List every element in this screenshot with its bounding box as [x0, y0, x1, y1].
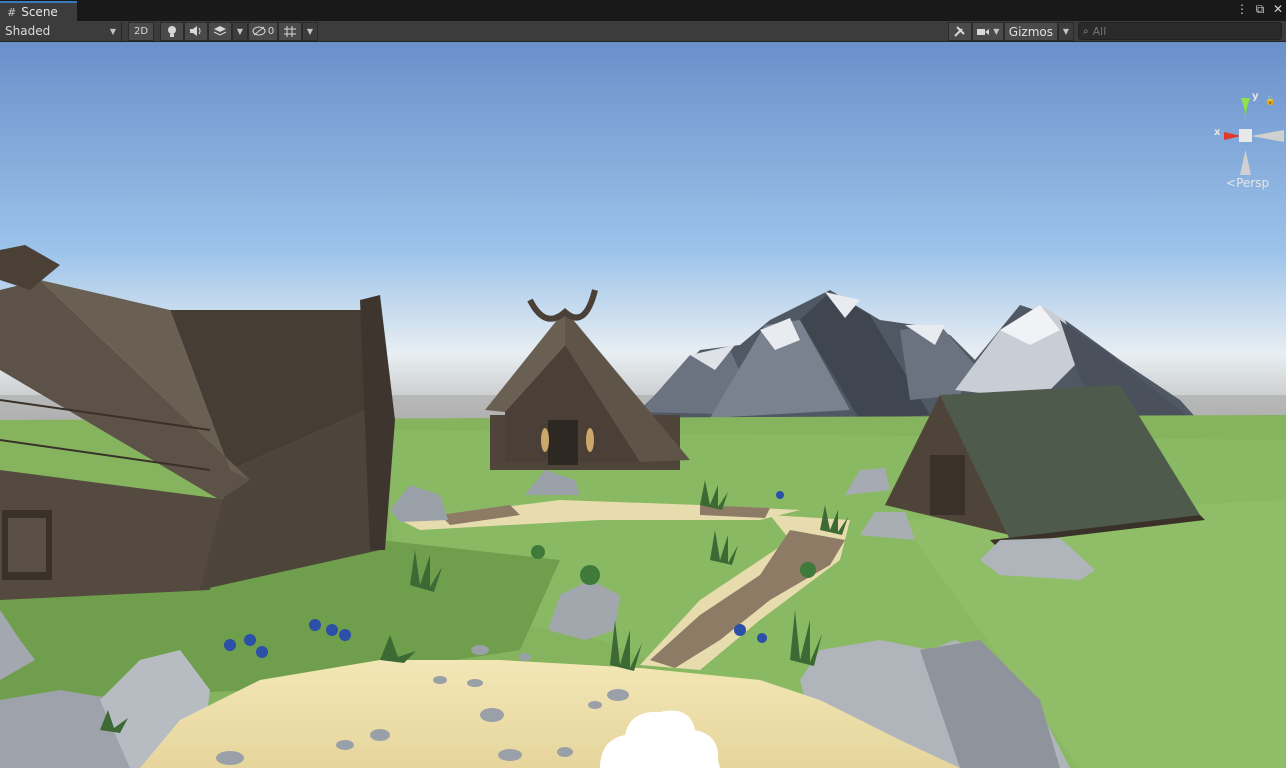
- grid-snap-icon: [284, 25, 296, 37]
- chevron-down-icon: ▼: [993, 27, 1000, 36]
- layers-icon: [213, 26, 227, 36]
- lightbulb-icon: [168, 25, 176, 37]
- chevron-down-icon: ▼: [1062, 27, 1070, 36]
- lock-icon[interactable]: 🔒: [1265, 96, 1276, 106]
- gizmos-button[interactable]: Gizmos: [1003, 22, 1058, 41]
- draw-mode-dropdown[interactable]: Shaded ▼: [0, 21, 122, 41]
- search-input[interactable]: [1092, 24, 1273, 38]
- camera-icon: [977, 28, 990, 35]
- orientation-gizmo[interactable]: x y 🔒 <Persp: [1196, 90, 1286, 200]
- hidden-objects-toggle[interactable]: 0: [248, 21, 278, 41]
- chevron-down-icon: ▼: [306, 26, 314, 36]
- window-tabbar: # Scene ⋮ ⧉ ✕: [0, 0, 1286, 21]
- scene-viewport[interactable]: x y 🔒 <Persp: [0, 42, 1286, 768]
- projection-label: Persp: [1236, 176, 1270, 190]
- window-controls: ⋮ ⧉ ✕: [1236, 2, 1284, 17]
- effects-toggle-button[interactable]: [208, 21, 232, 41]
- tab-scene-label: Scene: [21, 5, 58, 19]
- gizmos-label: Gizmos: [1008, 24, 1053, 39]
- more-options-icon[interactable]: ⋮: [1236, 2, 1248, 17]
- scene-render: [0, 42, 1286, 768]
- lighting-toggle-button[interactable]: [160, 21, 184, 41]
- maximize-icon[interactable]: ⧉: [1254, 2, 1266, 17]
- scene-search[interactable]: ⌕: [1078, 22, 1282, 40]
- tools-button[interactable]: [947, 22, 972, 41]
- x-axis-label: x: [1214, 127, 1221, 138]
- draw-mode-label: Shaded: [5, 24, 51, 38]
- eye-slash-icon: [252, 26, 266, 36]
- close-icon[interactable]: ✕: [1272, 2, 1284, 17]
- grid-toggle-button[interactable]: [278, 21, 302, 41]
- wrench-icon: [954, 26, 965, 37]
- 2d-toggle-label: 2D: [133, 25, 149, 37]
- speaker-icon: [190, 26, 201, 36]
- hidden-count: 0: [267, 25, 275, 37]
- chevron-down-icon: ▼: [236, 26, 244, 36]
- scene-toolbar: Shaded ▼ 2D ▼ 0 ▼ ▼ Gizmos ▼ ⌕ All: [0, 21, 1286, 42]
- 2d-toggle-button[interactable]: 2D: [128, 21, 154, 41]
- grid-icon: #: [7, 5, 17, 19]
- audio-toggle-button[interactable]: [184, 21, 208, 41]
- toolbar-right-group: ▼ Gizmos ▼: [947, 21, 1074, 42]
- effects-dropdown[interactable]: ▼: [232, 21, 248, 41]
- tab-scene[interactable]: # Scene: [0, 1, 77, 21]
- camera-settings-button[interactable]: ▼: [971, 22, 1004, 41]
- y-axis-label: y: [1252, 91, 1259, 102]
- chevron-down-icon: ▼: [109, 26, 116, 36]
- grid-dropdown[interactable]: ▼: [302, 21, 318, 41]
- search-icon: ⌕: [1083, 25, 1089, 37]
- projection-toggle[interactable]: <Persp: [1226, 176, 1269, 190]
- gizmos-dropdown[interactable]: ▼: [1058, 22, 1074, 41]
- persp-icon: <: [1226, 176, 1237, 190]
